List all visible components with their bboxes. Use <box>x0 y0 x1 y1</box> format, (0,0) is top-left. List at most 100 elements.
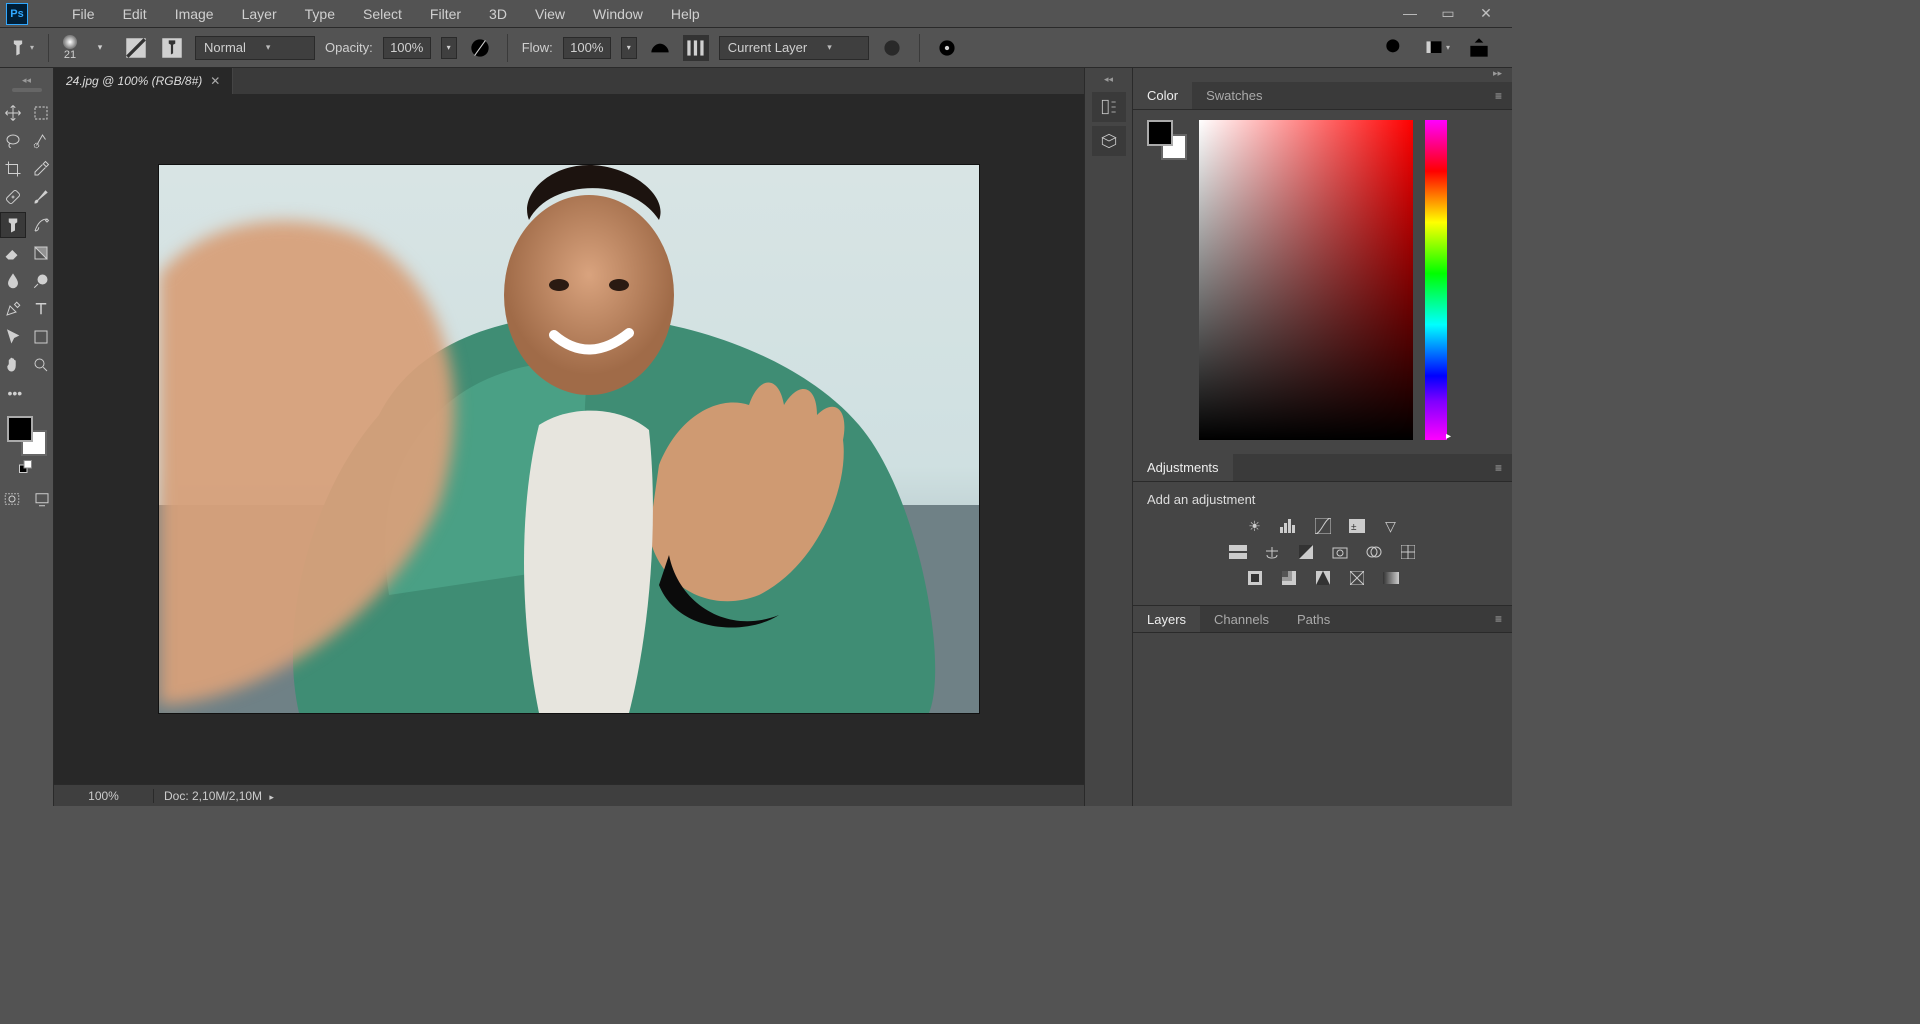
aligned-toggle[interactable] <box>683 35 709 61</box>
text-tool[interactable] <box>28 296 54 322</box>
airbrush-icon[interactable] <box>647 35 673 61</box>
posterize-icon[interactable] <box>1278 569 1300 587</box>
crop-tool[interactable] <box>0 156 26 182</box>
invert-icon[interactable] <box>1244 569 1266 587</box>
move-tool[interactable] <box>0 100 26 126</box>
menu-select[interactable]: Select <box>349 2 416 26</box>
document-tab[interactable]: 24.jpg @ 100% (RGB/8#) ✕ <box>54 68 233 94</box>
color-lookup-icon[interactable] <box>1397 543 1419 561</box>
history-panel-icon[interactable] <box>1092 92 1126 122</box>
pressure-opacity-icon[interactable] <box>467 35 493 61</box>
zoom-tool[interactable] <box>28 352 54 378</box>
menu-help[interactable]: Help <box>657 2 714 26</box>
pressure-size-icon[interactable] <box>934 35 960 61</box>
doc-info[interactable]: Doc: 2,10M/2,10M ▸ <box>154 789 284 803</box>
sample-mode-select[interactable]: Current Layer ▾ <box>719 36 869 60</box>
brush-dropdown-icon[interactable]: ▾ <box>87 35 113 61</box>
tab-color[interactable]: Color <box>1133 82 1192 109</box>
threshold-icon[interactable] <box>1312 569 1334 587</box>
photo-filter-icon[interactable] <box>1329 543 1351 561</box>
screen-mode-toggle[interactable] <box>29 486 55 512</box>
levels-icon[interactable] <box>1278 517 1300 535</box>
hue-slider[interactable] <box>1425 120 1447 440</box>
tab-swatches[interactable]: Swatches <box>1192 82 1276 109</box>
foreground-swatch[interactable] <box>1147 120 1173 146</box>
menu-view[interactable]: View <box>521 2 579 26</box>
tab-adjustments[interactable]: Adjustments <box>1133 454 1233 481</box>
toolbox-collapse[interactable]: ◂◂ <box>0 74 53 86</box>
brightness-contrast-icon[interactable]: ☀ <box>1244 517 1266 535</box>
black-white-icon[interactable] <box>1295 543 1317 561</box>
tab-channels[interactable]: Channels <box>1200 606 1283 632</box>
color-balance-icon[interactable] <box>1261 543 1283 561</box>
healing-tool[interactable] <box>0 184 26 210</box>
selective-color-icon[interactable] <box>1346 569 1368 587</box>
panel-menu-icon[interactable]: ≡ <box>1485 89 1512 103</box>
panel-menu-icon[interactable]: ≡ <box>1485 612 1512 626</box>
toolbox-grip[interactable] <box>12 88 42 92</box>
menu-edit[interactable]: Edit <box>109 2 161 26</box>
eraser-tool[interactable] <box>0 240 26 266</box>
menu-file[interactable]: File <box>58 2 109 26</box>
minimize-button[interactable]: — <box>1400 5 1420 22</box>
panel-menu-icon[interactable]: ≡ <box>1485 461 1512 475</box>
libraries-panel-icon[interactable] <box>1092 126 1126 156</box>
quick-mask-toggle[interactable] <box>0 486 25 512</box>
maximize-button[interactable]: ▭ <box>1438 5 1458 22</box>
hue-sat-icon[interactable] <box>1227 543 1249 561</box>
default-colors-icon[interactable] <box>18 460 36 476</box>
path-select-tool[interactable] <box>0 324 26 350</box>
eyedropper-tool[interactable] <box>28 156 54 182</box>
panel-collapse[interactable]: ▸▸ <box>1133 68 1512 82</box>
tab-paths[interactable]: Paths <box>1283 606 1344 632</box>
menu-layer[interactable]: Layer <box>228 2 291 26</box>
opacity-input[interactable]: 100% <box>383 37 431 59</box>
share-icon[interactable] <box>1466 35 1492 61</box>
foreground-color[interactable] <box>7 416 33 442</box>
flow-input[interactable]: 100% <box>563 37 611 59</box>
menu-window[interactable]: Window <box>579 2 657 26</box>
brush-tool[interactable] <box>28 184 54 210</box>
menu-3d[interactable]: 3D <box>475 2 521 26</box>
quick-select-tool[interactable] <box>28 128 54 154</box>
canvas[interactable] <box>159 165 979 713</box>
dodge-tool[interactable] <box>28 268 54 294</box>
brush-preview[interactable]: 21 <box>63 35 77 61</box>
close-window-button[interactable]: ✕ <box>1476 5 1496 22</box>
search-icon[interactable] <box>1382 35 1408 61</box>
clone-source-button[interactable] <box>159 35 185 61</box>
edit-toolbar[interactable]: ••• <box>0 380 54 406</box>
tool-preset-picker[interactable] <box>8 35 34 61</box>
dock-expand[interactable]: ◂◂ <box>1085 74 1132 88</box>
tab-layers[interactable]: Layers <box>1133 606 1200 632</box>
menu-type[interactable]: Type <box>291 2 349 26</box>
blend-mode-select[interactable]: Normal ▾ <box>195 36 315 60</box>
clone-stamp-tool[interactable] <box>0 212 26 238</box>
blur-tool[interactable] <box>0 268 26 294</box>
close-tab-icon[interactable]: ✕ <box>210 74 220 88</box>
history-brush-tool[interactable] <box>28 212 54 238</box>
gradient-map-icon[interactable] <box>1380 569 1402 587</box>
menu-filter[interactable]: Filter <box>416 2 475 26</box>
opacity-dropdown[interactable]: ▾ <box>441 37 457 59</box>
gradient-tool[interactable] <box>28 240 54 266</box>
channel-mixer-icon[interactable] <box>1363 543 1385 561</box>
canvas-area[interactable] <box>54 94 1084 784</box>
hand-tool[interactable] <box>0 352 26 378</box>
shape-tool[interactable] <box>28 324 54 350</box>
pen-tool[interactable] <box>0 296 26 322</box>
curves-icon[interactable] <box>1312 517 1334 535</box>
color-field[interactable] <box>1199 120 1413 440</box>
ignore-adjustment-icon[interactable] <box>879 35 905 61</box>
foreground-background-swatch[interactable] <box>7 416 47 456</box>
lasso-tool[interactable] <box>0 128 26 154</box>
exposure-icon[interactable]: ± <box>1346 517 1368 535</box>
flow-dropdown[interactable]: ▾ <box>621 37 637 59</box>
vibrance-icon[interactable]: ▽ <box>1380 517 1402 535</box>
workspace-switcher[interactable] <box>1424 35 1450 61</box>
color-swatch[interactable] <box>1147 120 1187 160</box>
menu-image[interactable]: Image <box>161 2 228 26</box>
zoom-level[interactable]: 100% <box>54 789 154 803</box>
brush-settings-button[interactable] <box>123 35 149 61</box>
marquee-tool[interactable] <box>28 100 54 126</box>
